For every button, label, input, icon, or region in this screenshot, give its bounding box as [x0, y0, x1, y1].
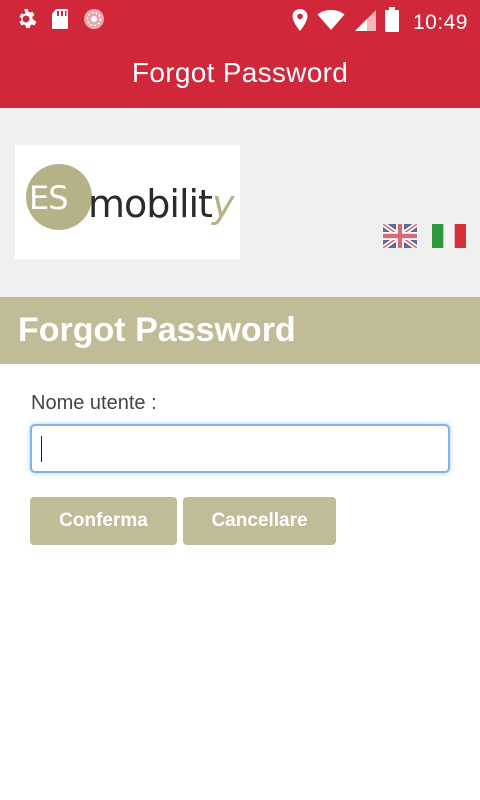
- company-logo: ES mobility: [15, 145, 240, 259]
- app-title: Forgot Password: [131, 57, 349, 88]
- section-title: Forgot Password: [18, 311, 296, 349]
- logo-word-main: mobilit: [88, 182, 213, 226]
- language-selector: [381, 221, 466, 251]
- confirm-button[interactable]: Conferma: [30, 497, 177, 545]
- status-left-icons: [14, 7, 106, 36]
- cancel-button[interactable]: Cancellare: [183, 497, 336, 545]
- brand-header: ES mobility: [0, 108, 480, 297]
- status-bar: 10:49: [0, 0, 480, 38]
- username-label: Nome utente :: [31, 392, 157, 414]
- uk-flag-icon[interactable]: [381, 221, 419, 251]
- location-icon: [291, 8, 309, 37]
- gear-icon: [14, 7, 38, 36]
- italy-flag-icon[interactable]: [432, 224, 466, 248]
- app-bar: Forgot Password: [0, 38, 480, 108]
- text-cursor: [41, 436, 42, 462]
- battery-icon: [384, 7, 399, 38]
- signal-icon: [353, 8, 377, 37]
- status-time: 10:49: [412, 10, 468, 34]
- logo-wordmark: mobility: [88, 182, 234, 226]
- username-input[interactable]: [30, 424, 450, 473]
- app-notification-icon: [82, 7, 106, 36]
- logo-word-accent: y: [211, 182, 234, 226]
- wifi-icon: [317, 8, 345, 37]
- status-right-icons: 10:49: [291, 7, 468, 38]
- sd-card-icon: [50, 7, 70, 36]
- logo-badge-text: ES: [29, 179, 69, 217]
- section-header: Forgot Password: [0, 297, 480, 364]
